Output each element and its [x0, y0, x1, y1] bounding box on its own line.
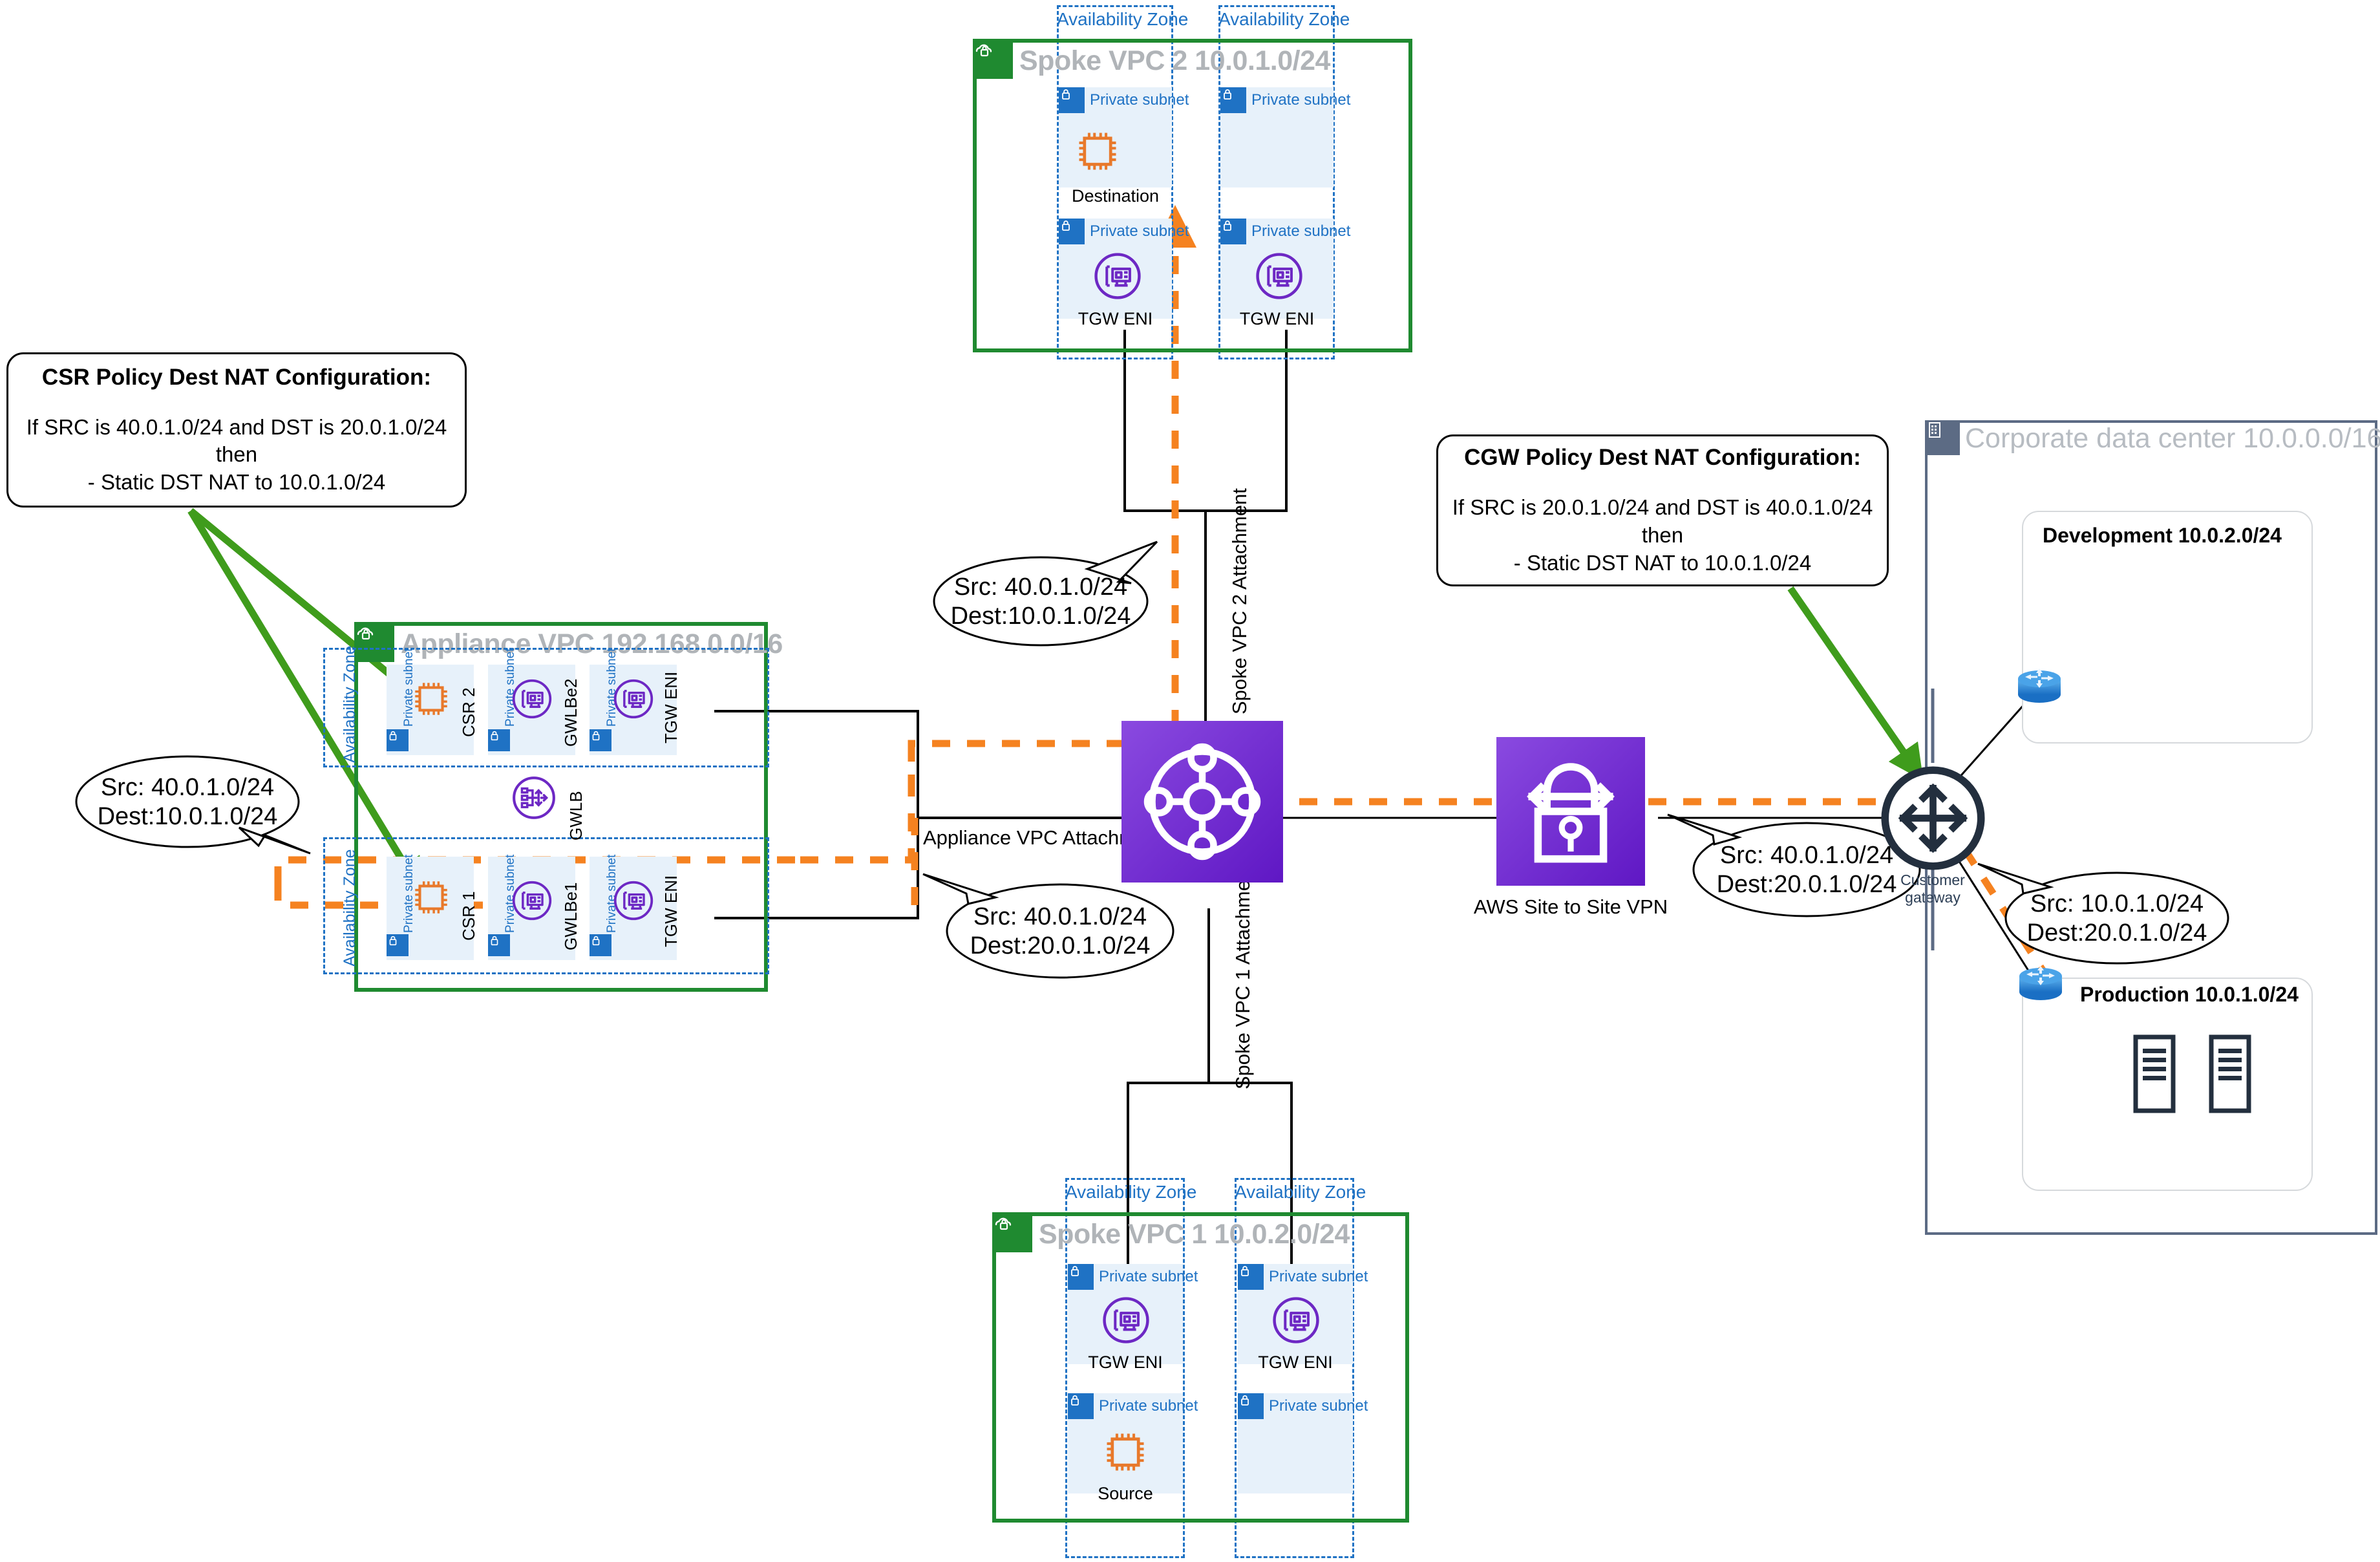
aws-site-to-site-vpn-label: AWS Site to Site VPN [1473, 895, 1668, 918]
development-router-icon [2018, 669, 2061, 703]
tgw-eni-label: TGW ENI [661, 875, 681, 947]
building-icon [1925, 420, 1960, 455]
tgw-eni-icon [1094, 253, 1141, 299]
spoke1-subnet-b2-label: Private subnet [1269, 1397, 1368, 1415]
csr2-label: CSR 2 [459, 687, 478, 737]
lock-icon [1238, 1264, 1264, 1290]
gwlbe1-endpoint-icon [512, 881, 552, 921]
callout-dest: Dest:10.0.1.0/24 [950, 603, 1131, 630]
appliance-az2-label: Availability Zone [341, 849, 359, 967]
spoke2-subnet-eni2-label: Private subnet [1251, 222, 1351, 240]
lock-icon [1238, 1393, 1264, 1419]
gwlb-label: GWLB [566, 791, 586, 840]
spoke2-az2-label: Availability Zone [1218, 9, 1350, 29]
csr-policy-note-line2: - Static DST NAT to 10.0.1.0/24 [87, 470, 386, 495]
callout-spoke2-flow: Src: 40.0.1.0/24 Dest:10.0.1.0/24 [934, 573, 1147, 630]
tgw-eni-label: TGW ENI [1239, 309, 1315, 328]
cgw-policy-note-title: CGW Policy Dest NAT Configuration: [1464, 445, 1861, 471]
source-ec2-icon [1107, 1433, 1144, 1471]
spoke2-subnet-b1-label: Private subnet [1251, 91, 1351, 109]
lock-icon [387, 729, 409, 751]
callout-src: Src: 40.0.1.0/24 [100, 774, 275, 802]
tgw-eni-label: TGW ENI [1258, 1353, 1333, 1372]
tgw-eni-label: TGW ENI [1088, 1353, 1163, 1372]
spoke-vpc-2-title: Spoke VPC 2 10.0.1.0/24 [1019, 45, 1330, 76]
lock-icon [590, 934, 611, 956]
spoke2-az1-label: Availability Zone [1057, 9, 1189, 29]
callout-dest: Dest:20.0.1.0/24 [970, 932, 1151, 959]
tgw-eni-icon [1273, 1297, 1319, 1343]
destination-ec2-icon [1079, 133, 1116, 170]
spoke1-subnet-eni1-label: Private subnet [1099, 1268, 1198, 1285]
csr-policy-note-line1: If SRC is 40.0.1.0/24 and DST is 20.0.1.… [26, 414, 447, 467]
csr-policy-note: CSR Policy Dest NAT Configuration: If SR… [6, 352, 467, 508]
transit-gateway-icon[interactable] [1121, 721, 1283, 883]
csr2-appliance-icon [415, 683, 447, 715]
callout-src: Src: 40.0.1.0/24 [1719, 842, 1894, 870]
source-label: Source [1098, 1484, 1153, 1503]
tgw-eni-icon [613, 679, 653, 719]
lock-icon [1059, 87, 1085, 113]
spoke2-subnet-dest-label: Private subnet [1090, 91, 1189, 109]
gwlbe1-label: GWLBe1 [561, 882, 580, 951]
tgw-eni-label: TGW ENI [1078, 309, 1153, 328]
destination-label: Destination [1071, 186, 1160, 206]
spoke-vpc-2: Spoke VPC 2 10.0.1.0/24 [973, 39, 1412, 352]
spoke1-subnet-source-label: Private subnet [1099, 1397, 1198, 1415]
spoke1-az2-label: Availability Zone [1235, 1182, 1366, 1202]
callout-src: Src: 10.0.1.0/24 [2030, 890, 2204, 918]
callout-dest: Dest:20.0.1.0/24 [1716, 871, 1897, 898]
cgw-policy-note-line2: - Static DST NAT to 10.0.1.0/24 [1513, 550, 1812, 575]
lock-icon [488, 729, 510, 751]
spoke1-subnet-b2: Private subnet [1238, 1393, 1368, 1493]
tgw-eni-icon [613, 881, 653, 921]
callout-appliance-attachment: Src: 40.0.1.0/24 Dest:20.0.1.0/24 [950, 903, 1170, 959]
callout-appliance-inbound: Src: 40.0.1.0/24 Dest:10.0.1.0/24 [79, 774, 296, 830]
tgw-eni-icon [1256, 253, 1302, 299]
callout-cgw-flow: Src: 10.0.1.0/24 Dest:20.0.1.0/24 [2008, 890, 2226, 947]
tgw-eni-icon [1103, 1297, 1149, 1343]
gwlbe2-label: GWLBe2 [561, 678, 580, 747]
csr-policy-note-title: CSR Policy Dest NAT Configuration: [41, 364, 432, 390]
lock-icon [1220, 219, 1246, 244]
vpc-icon [973, 39, 1013, 79]
lock-icon [1068, 1393, 1094, 1419]
development-title: Development 10.0.2.0/24 [2043, 524, 2282, 547]
spoke1-az1-label: Availability Zone [1065, 1182, 1197, 1202]
tgw-eni-label: TGW ENI [661, 671, 681, 744]
lock-icon [590, 729, 611, 751]
appliance-az1-label: Availability Zone [341, 645, 359, 763]
lock-icon [1220, 87, 1246, 113]
spoke-vpc-1-attachment-label: Spoke VPC 1 Attachment [1231, 863, 1254, 1089]
production-router-icon [2019, 966, 2062, 1000]
aws-site-to-site-vpn-icon[interactable] [1496, 737, 1645, 886]
spoke2-subnet-b1: Private subnet [1220, 87, 1350, 187]
callout-src: Src: 40.0.1.0/24 [953, 573, 1128, 601]
cgw-policy-note-line1: If SRC is 20.0.1.0/24 and DST is 40.0.1.… [1452, 495, 1873, 547]
spoke-vpc-1-title: Spoke VPC 1 10.0.2.0/24 [1039, 1219, 1350, 1250]
spoke1-subnet-eni2-label: Private subnet [1269, 1268, 1368, 1285]
callout-dest: Dest:20.0.1.0/24 [2026, 919, 2207, 947]
csr1-label: CSR 1 [459, 891, 478, 941]
callout-dest: Dest:10.0.1.0/24 [97, 803, 278, 830]
cgw-policy-note: CGW Policy Dest NAT Configuration: If SR… [1436, 434, 1889, 586]
callout-src: Src: 40.0.1.0/24 [973, 903, 1147, 931]
lock-icon [1068, 1264, 1094, 1290]
lock-icon [1059, 219, 1085, 244]
gwlbe2-endpoint-icon [512, 679, 552, 719]
vpc-icon [992, 1212, 1032, 1252]
lock-icon [488, 934, 510, 956]
spoke2-subnet-eni1-label: Private subnet [1090, 222, 1189, 240]
spoke-vpc-2-attachment-label: Spoke VPC 2 Attachment [1228, 488, 1251, 714]
gwlb-icon [513, 776, 555, 819]
csr1-appliance-icon [415, 881, 447, 914]
production-server-icon-2 [2209, 1034, 2251, 1113]
production-server-icon-1 [2133, 1034, 2176, 1113]
production-title: Production 10.0.1.0/24 [2080, 983, 2299, 1006]
callout-vpn-flow: Src: 40.0.1.0/24 Dest:20.0.1.0/24 [1697, 842, 1917, 898]
corporate-data-center-title: Corporate data center 10.0.0.0/16 [1965, 423, 2380, 454]
lock-icon [387, 934, 409, 956]
